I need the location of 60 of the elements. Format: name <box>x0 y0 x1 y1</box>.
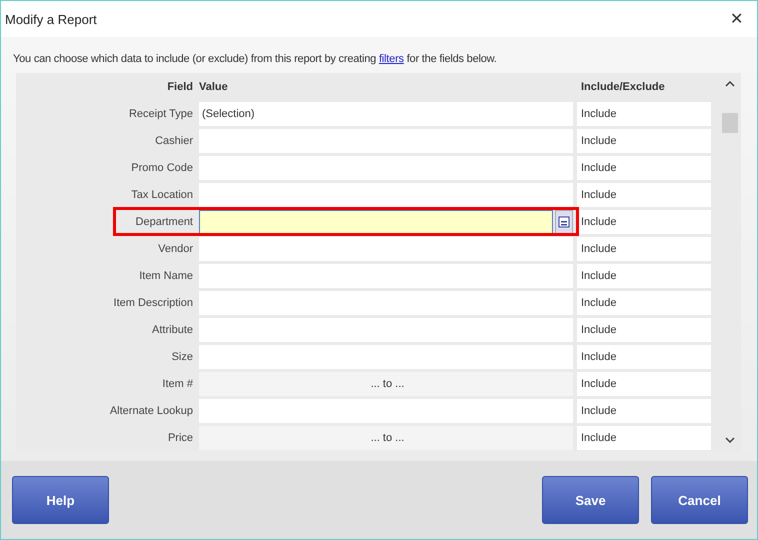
value-cell[interactable]: ... to ... <box>199 372 573 396</box>
scroll-thumb[interactable] <box>722 113 738 133</box>
value-cell[interactable]: (Selection) <box>199 102 573 126</box>
column-header: Value <box>199 80 229 92</box>
close-button[interactable]: ✕ <box>722 7 751 31</box>
table-row[interactable]: Price ... to ... Include <box>16 424 719 451</box>
include-cell[interactable]: Include <box>577 182 711 206</box>
table-row[interactable]: Department Include <box>16 208 719 235</box>
field-label: Cashier <box>154 134 194 146</box>
field-label: Item Description <box>112 296 194 308</box>
field-label: Promo Code <box>130 162 194 174</box>
field-label: Item Name <box>138 270 194 282</box>
value-cell[interactable] <box>199 182 573 206</box>
value-cell[interactable] <box>199 236 573 260</box>
table-row[interactable]: Tax Location Include <box>16 181 719 208</box>
column-header: Field <box>166 80 194 92</box>
include-cell[interactable]: Include <box>577 128 711 152</box>
include-cell[interactable]: Include <box>577 156 711 180</box>
table-row[interactable]: Item # ... to ... Include <box>16 370 719 397</box>
table-row[interactable]: Item Name Include <box>16 262 719 289</box>
include-cell[interactable]: Include <box>577 318 711 342</box>
list-icon <box>558 216 570 228</box>
field-label: Attribute <box>151 324 194 336</box>
include-cell[interactable]: Include <box>577 344 711 368</box>
field-label: Price <box>166 432 194 444</box>
window-title: Modify a Report <box>5 12 97 26</box>
table-row[interactable]: Attribute Include <box>16 316 719 343</box>
include-cell[interactable]: Include <box>577 372 711 396</box>
include-cell[interactable]: Include <box>577 426 711 450</box>
scroll-down-icon[interactable] <box>725 437 735 443</box>
field-label: Tax Location <box>130 188 194 200</box>
field-label: Receipt Type <box>128 108 194 120</box>
table-row[interactable]: Receipt Type (Selection) Include <box>16 100 719 127</box>
value-input[interactable] <box>199 210 553 234</box>
field-label: Vendor <box>157 242 194 254</box>
table-row[interactable]: Cashier Include <box>16 127 719 154</box>
value-cell[interactable]: ... to ... <box>199 426 573 450</box>
include-cell[interactable]: Include <box>577 102 711 126</box>
scroll-up-icon[interactable] <box>725 81 735 87</box>
column-header: Include/Exclude <box>580 80 666 92</box>
table-row[interactable]: Item Description Include <box>16 289 719 316</box>
include-cell[interactable]: Include <box>577 236 711 260</box>
table-row[interactable]: Size Include <box>16 343 719 370</box>
table-row[interactable]: Promo Code Include <box>16 154 719 181</box>
cancel-button[interactable]: Cancel <box>651 476 748 524</box>
field-label: Alternate Lookup <box>108 404 194 416</box>
include-cell[interactable]: Include <box>577 264 711 288</box>
table-row[interactable]: Vendor Include <box>16 235 719 262</box>
table-row[interactable]: Alternate Lookup Include <box>16 397 719 424</box>
include-cell[interactable]: Include <box>577 290 711 314</box>
field-label: Size <box>170 350 194 362</box>
save-button[interactable]: Save <box>542 476 639 524</box>
include-cell[interactable]: Include <box>577 398 711 422</box>
field-label: Item # <box>161 378 194 390</box>
help-button[interactable]: Help <box>12 476 109 524</box>
filters-link[interactable]: filters <box>378 53 404 65</box>
picker-button[interactable] <box>555 210 573 234</box>
field-label: Department <box>134 216 194 228</box>
include-cell[interactable]: Include <box>577 210 711 234</box>
intro-text: You can choose which data to include (or exclude) from this report by creating filters for the fields below. <box>13 53 498 65</box>
